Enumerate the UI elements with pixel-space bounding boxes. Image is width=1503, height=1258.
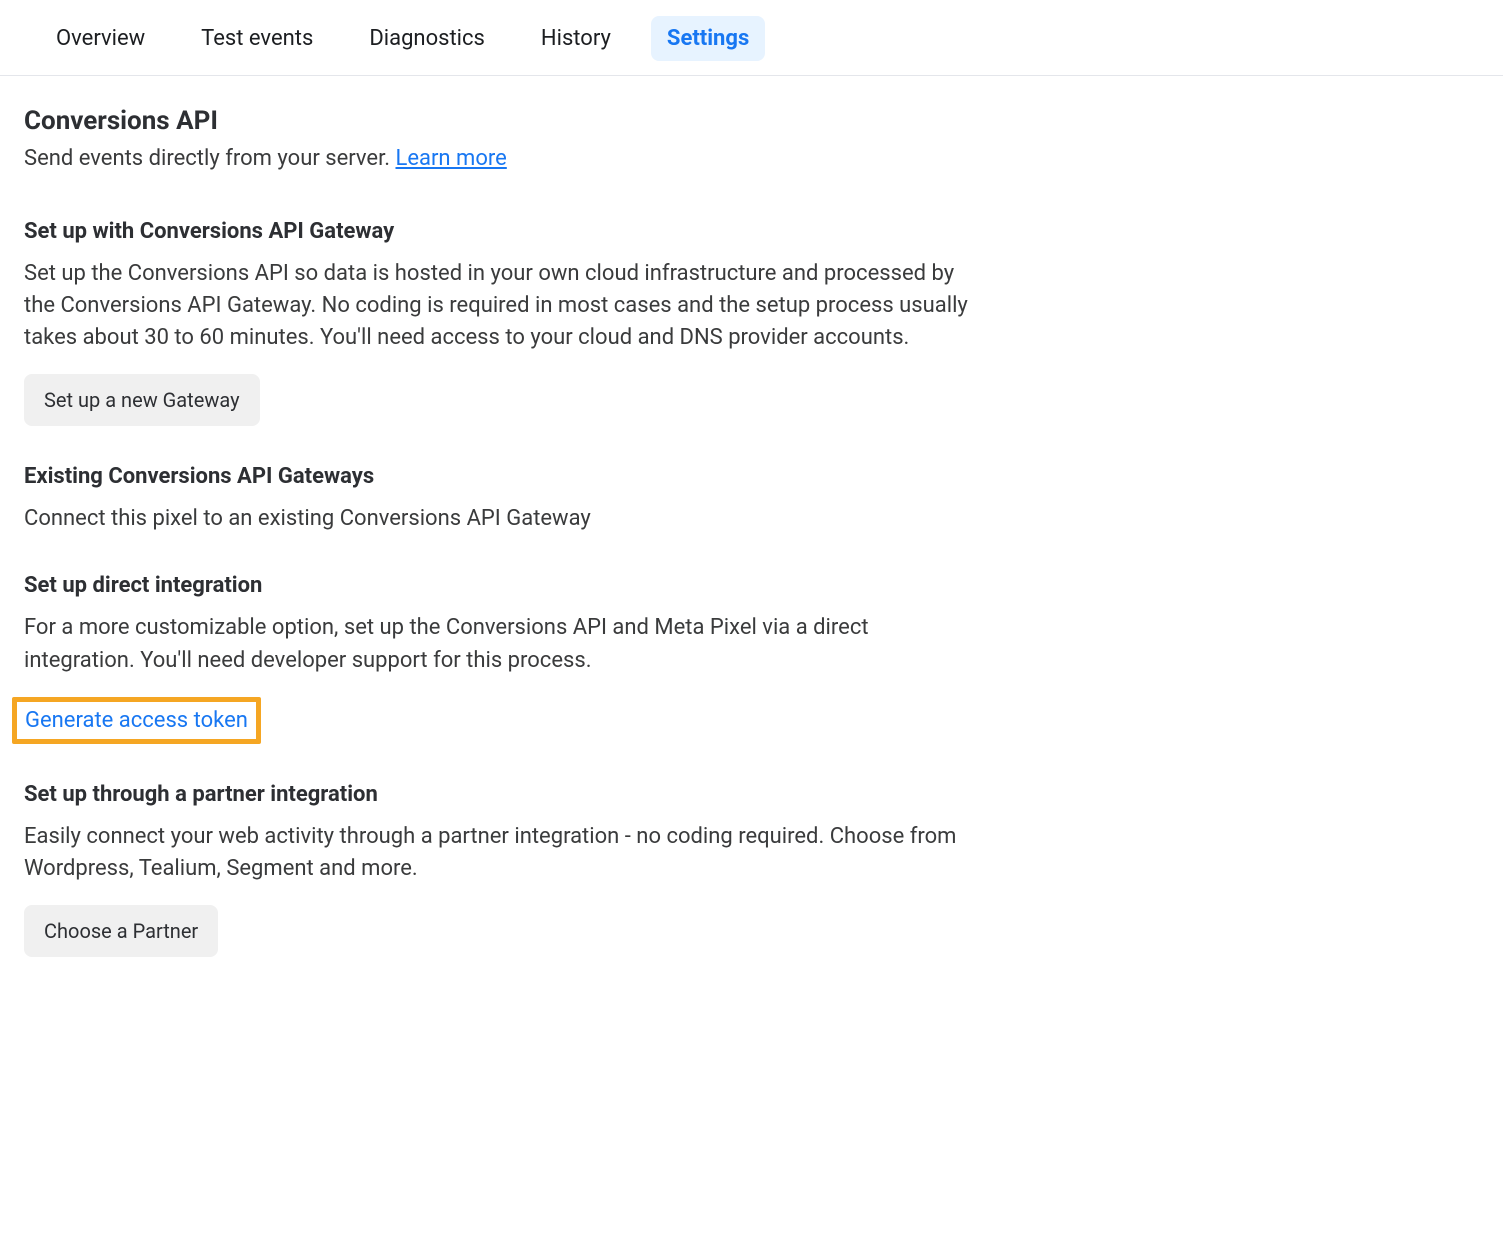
generate-access-token-link[interactable]: Generate access token — [25, 708, 248, 733]
existing-body: Connect this pixel to an existing Conver… — [24, 503, 976, 535]
partner-heading: Set up through a partner integration — [24, 782, 976, 807]
tab-history[interactable]: History — [525, 16, 627, 61]
section-gateway: Set up with Conversions API Gateway Set … — [24, 219, 976, 426]
tab-overview[interactable]: Overview — [40, 16, 161, 61]
subtitle-text: Send events directly from your server. — [24, 146, 395, 171]
learn-more-link[interactable]: Learn more — [395, 146, 506, 171]
settings-content: Conversions API Send events directly fro… — [0, 76, 1000, 1035]
gateway-heading: Set up with Conversions API Gateway — [24, 219, 976, 244]
direct-heading: Set up direct integration — [24, 573, 976, 598]
existing-heading: Existing Conversions API Gateways — [24, 464, 976, 489]
tab-test-events[interactable]: Test events — [185, 16, 329, 61]
section-direct-integration: Set up direct integration For a more cus… — [24, 573, 976, 743]
setup-new-gateway-button[interactable]: Set up a new Gateway — [24, 374, 260, 426]
tab-settings[interactable]: Settings — [651, 16, 765, 61]
section-partner-integration: Set up through a partner integration Eas… — [24, 782, 976, 957]
gateway-body: Set up the Conversions API so data is ho… — [24, 258, 976, 354]
generate-token-highlight: Generate access token — [12, 697, 261, 744]
tab-diagnostics[interactable]: Diagnostics — [353, 16, 501, 61]
tab-bar: Overview Test events Diagnostics History… — [0, 0, 1503, 76]
page-title: Conversions API — [24, 106, 976, 136]
choose-partner-button[interactable]: Choose a Partner — [24, 905, 218, 957]
direct-body: For a more customizable option, set up t… — [24, 612, 976, 676]
partner-body: Easily connect your web activity through… — [24, 821, 976, 885]
section-existing-gateways: Existing Conversions API Gateways Connec… — [24, 464, 976, 535]
page-subtitle: Send events directly from your server. L… — [24, 146, 976, 171]
